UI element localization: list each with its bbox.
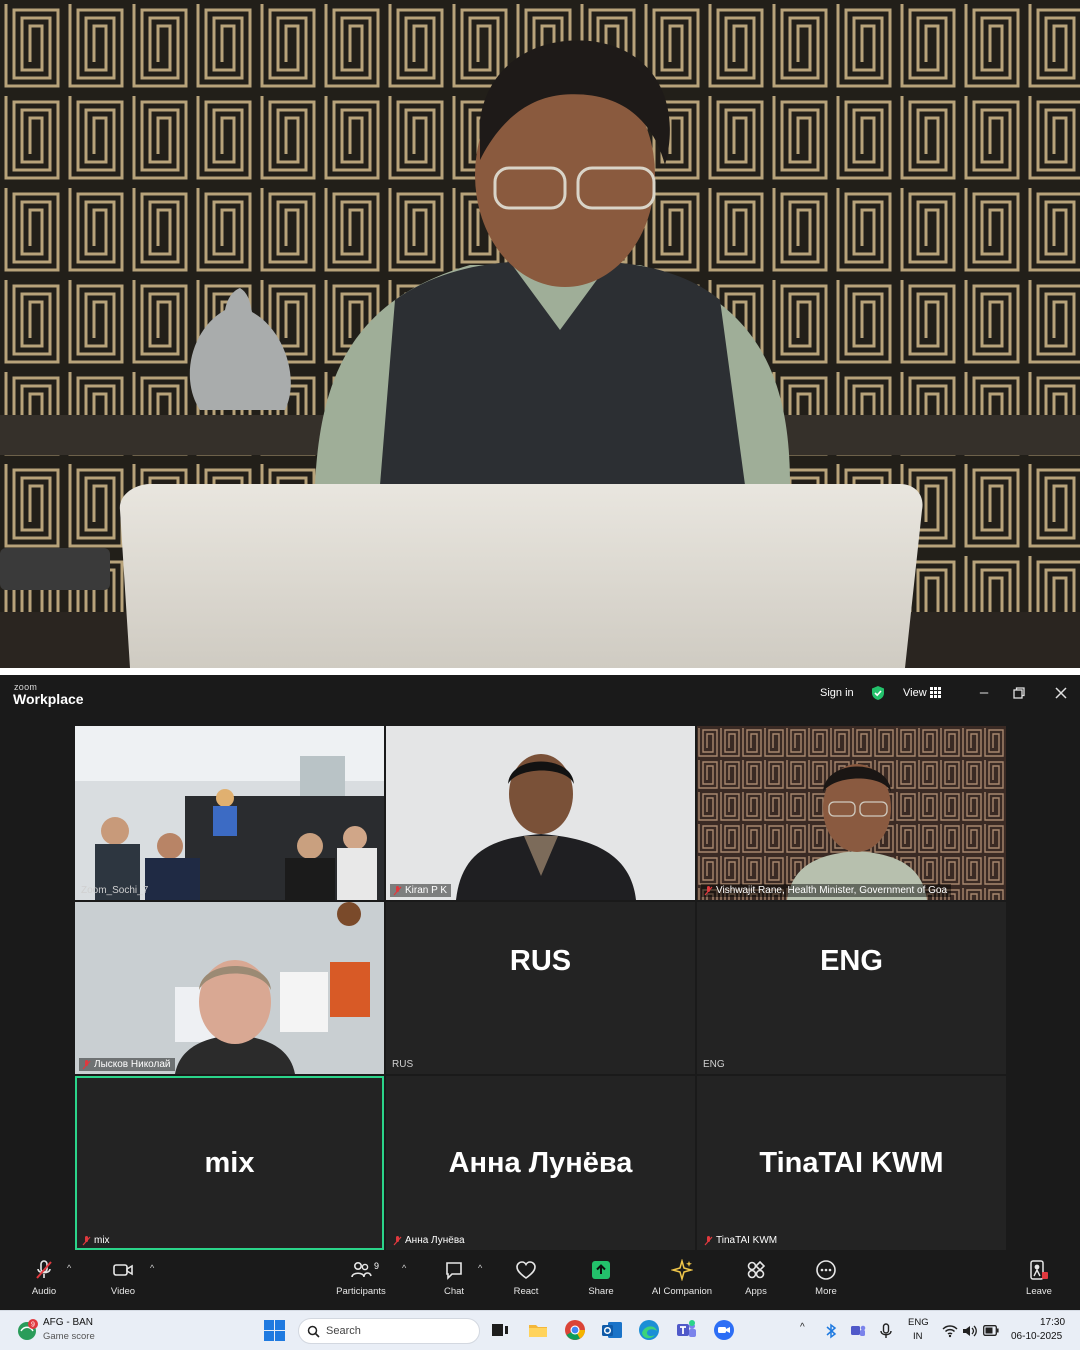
react-button[interactable]: React bbox=[491, 1259, 561, 1297]
participant-name-tag: TinaTAI KWM bbox=[701, 1234, 781, 1247]
mic-off-icon bbox=[704, 885, 713, 895]
chrome-icon[interactable] bbox=[564, 1319, 586, 1341]
participant-video bbox=[386, 726, 695, 900]
mic-off-icon bbox=[704, 1235, 713, 1245]
wifi-icon[interactable] bbox=[942, 1324, 958, 1338]
clock-date[interactable]: 06-10-2025 bbox=[1011, 1331, 1062, 1342]
widget-badge-count: 9 bbox=[31, 1322, 35, 1329]
video-tile-tinatai[interactable]: TinaTAI KWM TinaTAI KWM bbox=[697, 1076, 1006, 1250]
participant-name-tag: Zoom_Sochi_7 bbox=[81, 885, 149, 896]
teams-icon[interactable] bbox=[675, 1319, 697, 1341]
battery-icon[interactable] bbox=[983, 1325, 999, 1336]
video-tile-mix[interactable]: mix mix bbox=[75, 1076, 384, 1250]
shield-check-icon[interactable] bbox=[870, 685, 886, 701]
restore-icon[interactable] bbox=[1012, 686, 1026, 700]
input-language[interactable]: ENG bbox=[908, 1317, 929, 1328]
widget-subtitle[interactable]: Game score bbox=[43, 1331, 95, 1342]
microphone-icon[interactable] bbox=[879, 1323, 893, 1339]
outlook-icon[interactable] bbox=[601, 1319, 623, 1341]
chat-icon bbox=[446, 1262, 462, 1280]
share-button[interactable]: Share bbox=[566, 1259, 636, 1297]
title-bar: zoom Workplace Sign in View – bbox=[0, 675, 1080, 717]
zoom-app-icon[interactable] bbox=[713, 1319, 735, 1341]
apps-icon bbox=[747, 1260, 766, 1279]
participants-icon bbox=[351, 1261, 372, 1278]
video-camera-icon bbox=[113, 1264, 133, 1276]
apps-button[interactable]: Apps bbox=[721, 1259, 791, 1297]
bluetooth-icon[interactable] bbox=[824, 1323, 838, 1339]
grid-icon[interactable] bbox=[930, 687, 941, 698]
speaker-photo-illustration bbox=[0, 0, 1080, 668]
participant-name-tag: Vishwajit Rane, Health Minister, Governm… bbox=[701, 884, 952, 897]
search-placeholder: Search bbox=[326, 1325, 361, 1337]
participant-display-name: mix bbox=[204, 1146, 255, 1179]
participant-display-name: ENG bbox=[820, 944, 883, 977]
video-tile-zoom-sochi[interactable]: Zoom_Sochi_7 bbox=[75, 726, 384, 900]
mic-off-icon bbox=[393, 1235, 402, 1245]
video-tile-anna[interactable]: Анна Лунёва Анна Лунёва bbox=[386, 1076, 695, 1250]
video-tile-vishwajit-rane[interactable]: Vishwajit Rane, Health Minister, Governm… bbox=[697, 726, 1006, 900]
zoom-workplace-logo: Workplace bbox=[13, 691, 84, 707]
leave-button[interactable]: Leave bbox=[1004, 1259, 1074, 1297]
video-tile-kiran[interactable]: Kiran P K bbox=[386, 726, 695, 900]
participant-name-tag: mix bbox=[79, 1234, 114, 1247]
heart-icon bbox=[516, 1261, 536, 1279]
participant-video bbox=[697, 726, 1006, 900]
meeting-toolbar: Audio ^ Video ^ Participants 9 ^ Chat ^ … bbox=[0, 1253, 1080, 1310]
mic-off-icon bbox=[82, 1059, 91, 1069]
participant-name-tag: Kiran P K bbox=[390, 884, 452, 897]
task-view-icon[interactable] bbox=[489, 1319, 511, 1341]
zoom-window: zoom Workplace Sign in View – Zoom_Sochi… bbox=[0, 675, 1080, 1310]
speaker-photo bbox=[0, 0, 1080, 668]
video-tile-eng[interactable]: ENG ENG bbox=[697, 902, 1006, 1074]
conference-room-video bbox=[75, 726, 384, 900]
participant-name-tag: ENG bbox=[703, 1059, 725, 1070]
input-region[interactable]: IN bbox=[913, 1331, 923, 1342]
participants-options-caret-icon[interactable]: ^ bbox=[402, 1263, 406, 1273]
participant-video bbox=[75, 902, 384, 1074]
tray-expand-chevron-icon[interactable]: ^ bbox=[800, 1322, 805, 1333]
participants-count: 9 bbox=[374, 1261, 380, 1271]
file-explorer-icon[interactable] bbox=[527, 1319, 549, 1341]
windows-start-icon[interactable] bbox=[264, 1320, 285, 1341]
video-options-caret-icon[interactable]: ^ bbox=[150, 1263, 154, 1273]
sports-widget-icon[interactable]: 9 bbox=[16, 1318, 40, 1342]
teams-tray-icon[interactable] bbox=[850, 1323, 866, 1339]
chat-options-caret-icon[interactable]: ^ bbox=[478, 1263, 482, 1273]
video-tile-rus[interactable]: RUS RUS bbox=[386, 902, 695, 1074]
video-button[interactable]: Video bbox=[88, 1259, 158, 1297]
video-tile-lyskov[interactable]: Лысков Николай bbox=[75, 902, 384, 1074]
participants-button[interactable]: Participants bbox=[326, 1259, 396, 1297]
widget-title[interactable]: AFG - BAN bbox=[43, 1317, 93, 1328]
participant-display-name: TinaTAI KWM bbox=[759, 1146, 944, 1179]
taskbar-search-box[interactable]: Search bbox=[298, 1318, 480, 1344]
participant-name-tag: Анна Лунёва bbox=[390, 1234, 469, 1247]
mic-off-icon bbox=[82, 1235, 91, 1245]
sparkle-icon bbox=[671, 1259, 693, 1281]
more-button[interactable]: More bbox=[791, 1259, 861, 1297]
view-button[interactable]: View bbox=[903, 687, 927, 699]
clock-time[interactable]: 17:30 bbox=[1040, 1317, 1065, 1328]
participant-name-tag: Лысков Николай bbox=[79, 1058, 175, 1071]
microphone-muted-icon bbox=[36, 1260, 52, 1279]
close-icon[interactable] bbox=[1054, 686, 1068, 700]
participant-display-name: Анна Лунёва bbox=[448, 1146, 633, 1179]
participant-name-tag: RUS bbox=[392, 1059, 414, 1070]
audio-options-caret-icon[interactable]: ^ bbox=[67, 1263, 71, 1273]
sign-in-button[interactable]: Sign in bbox=[820, 687, 854, 699]
leave-icon bbox=[1030, 1260, 1048, 1280]
search-icon bbox=[307, 1325, 320, 1338]
minimize-icon[interactable]: – bbox=[974, 683, 994, 703]
more-icon bbox=[816, 1260, 836, 1280]
speaker-volume-icon[interactable] bbox=[962, 1324, 978, 1338]
ai-companion-button[interactable]: AI Companion bbox=[647, 1259, 717, 1297]
participant-display-name: RUS bbox=[509, 944, 572, 977]
mic-off-icon bbox=[393, 885, 402, 895]
edge-icon[interactable] bbox=[638, 1319, 660, 1341]
share-screen-icon bbox=[592, 1261, 610, 1279]
windows-taskbar: 9 AFG - BAN Game score Search ^ ENG IN 1… bbox=[0, 1310, 1080, 1350]
